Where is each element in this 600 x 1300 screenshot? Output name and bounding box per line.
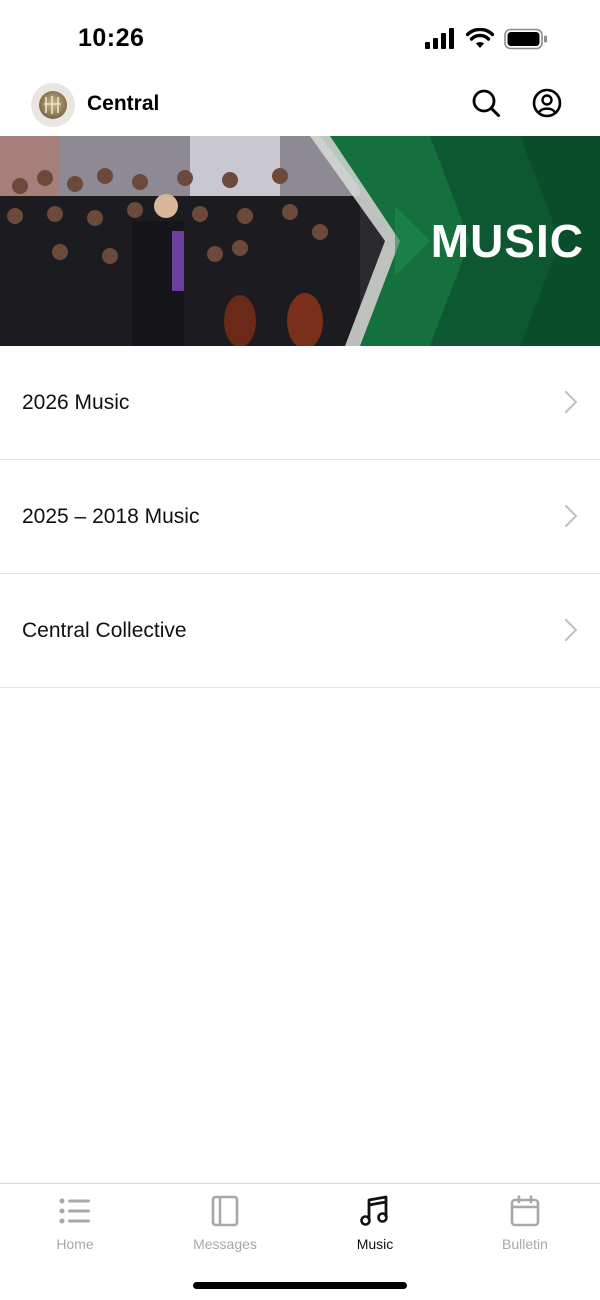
- home-indicator[interactable]: [193, 1282, 407, 1289]
- list-item-2025-2018-music[interactable]: 2025 – 2018 Music: [0, 460, 600, 574]
- tab-messages[interactable]: Messages: [150, 1194, 300, 1264]
- list-icon: [58, 1194, 92, 1228]
- tab-label: Messages: [193, 1236, 257, 1252]
- list-item-2026-music[interactable]: 2026 Music: [0, 346, 600, 460]
- church-logo-icon[interactable]: [31, 83, 75, 127]
- calendar-icon: [508, 1194, 542, 1228]
- wifi-icon: [465, 27, 495, 55]
- profile-icon: [532, 88, 562, 123]
- status-time: 10:26: [78, 24, 145, 52]
- music-note-icon: [358, 1194, 392, 1228]
- status-bar: 10:26: [0, 0, 600, 80]
- tab-bulletin[interactable]: Bulletin: [450, 1194, 600, 1264]
- signal-icon: [424, 28, 456, 55]
- list-item-label: 2025 – 2018 Music: [22, 504, 200, 528]
- banner-title: MUSIC: [430, 215, 584, 267]
- list-item-central-collective[interactable]: Central Collective: [0, 574, 600, 688]
- music-banner[interactable]: MUSIC: [0, 136, 600, 346]
- search-icon: [471, 88, 501, 123]
- chevron-right-icon: [564, 618, 578, 647]
- list-item-label: Central Collective: [22, 618, 187, 642]
- tab-music[interactable]: Music: [300, 1194, 450, 1264]
- tab-home[interactable]: Home: [0, 1194, 150, 1264]
- tab-label: Bulletin: [502, 1236, 548, 1252]
- battery-icon: [504, 28, 548, 55]
- list-item-label: 2026 Music: [22, 390, 130, 414]
- app-title: Central: [87, 92, 160, 115]
- tab-label: Home: [56, 1236, 94, 1252]
- tab-label: Music: [356, 1236, 394, 1252]
- chevron-right-icon: [564, 504, 578, 533]
- tab-bar: Home Messages Music Bulletin: [0, 1183, 600, 1300]
- chevron-right-icon: [564, 390, 578, 419]
- status-icons: [424, 27, 548, 55]
- book-icon: [208, 1194, 242, 1228]
- search-button[interactable]: [469, 88, 503, 122]
- music-list: 2026 Music 2025 – 2018 Music Central Col…: [0, 346, 600, 688]
- app-header: Central: [0, 80, 600, 136]
- profile-button[interactable]: [530, 88, 564, 122]
